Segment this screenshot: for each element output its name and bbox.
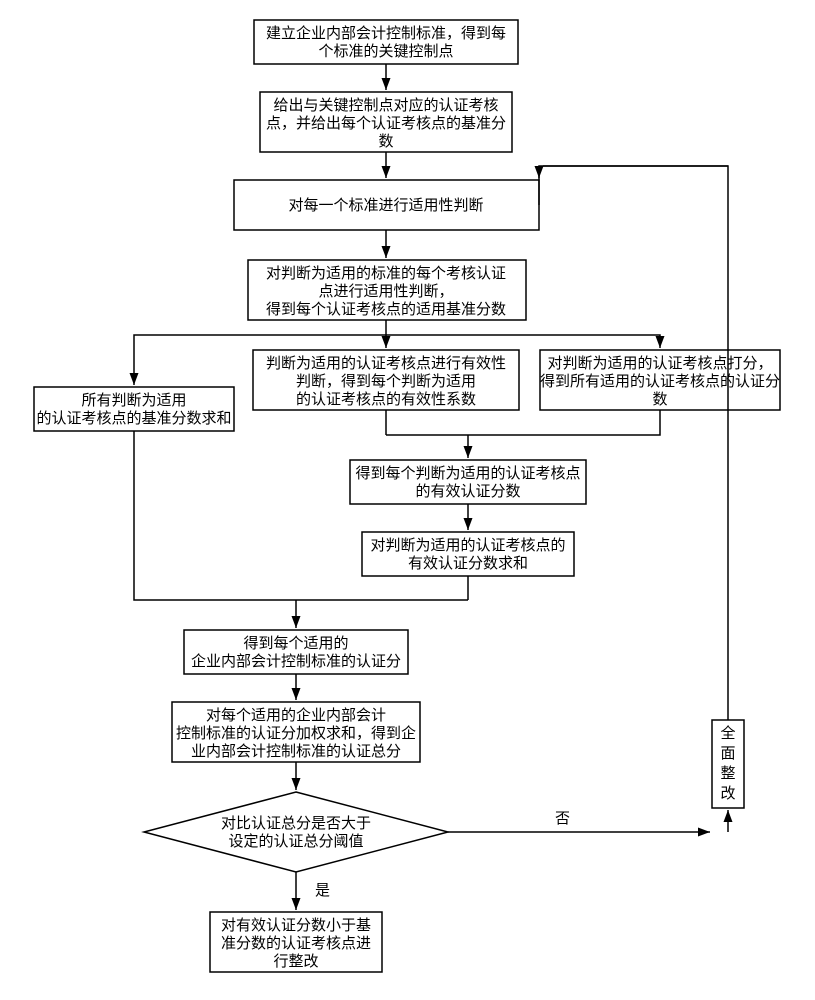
node-effective-cert-score: 得到每个判断为适用的认证考核点 的有效认证分数 (350, 460, 586, 504)
dec-l2: 设定的认证总分阈值 (228, 833, 363, 850)
node-cert-points: 给出与关键控制点对应的认证考核 点，并给出每个认证考核点的基准分 数 (260, 92, 512, 152)
node-standard-cert-score: 得到每个适用的 企业内部会计控制标准的认证分 (184, 630, 408, 674)
node-sum-effective-scores: 对判断为适用的认证考核点的 有效认证分数求和 (362, 532, 574, 576)
node-scoring: 对判断为适用的认证考核点打分， 得到所有适用的认证考核点的认证分 数 (540, 350, 780, 410)
n8-l1: 得到每个适用的 (243, 635, 348, 652)
node-full-rectification: 全 面 整 改 (712, 720, 744, 808)
n5a-l2: 的认证考核点的基准分数求和 (36, 410, 231, 427)
label-no: 否 (555, 810, 570, 827)
n3-l1: 对每一个标准进行适用性判断 (288, 197, 483, 214)
side-l1: 全 (720, 724, 735, 742)
n2-l2: 点，并给出每个认证考核点的基准分 (266, 115, 506, 132)
n5b-l2: 判断，得到每个判断为适用 (296, 373, 476, 390)
n7-l2: 有效认证分数求和 (408, 555, 528, 572)
n5c-l3: 数 (652, 391, 667, 408)
node-applicability-judgement: 对每一个标准进行适用性判断 (234, 180, 539, 230)
n10-l2: 准分数的认证考核点进 (221, 935, 371, 952)
arrow-feedback-up (539, 166, 728, 720)
side-l2: 面 (720, 745, 735, 762)
decision-threshold: 对比认证总分是否大于 设定的认证总分阈值 (144, 792, 448, 872)
n10-l1: 对有效认证分数小于基 (221, 917, 371, 934)
n8-l2: 企业内部会计控制标准的认证分 (191, 652, 401, 670)
node-effectiveness-judgement: 判断为适用的认证考核点进行有效性 判断，得到每个判断为适用 的认证考核点的有效性… (253, 350, 519, 410)
n5b-l3: 的认证考核点的有效性系数 (296, 391, 476, 408)
node-establish-standards: 建立企业内部会计控制标准，得到每 个标准的关键控制点 (254, 20, 518, 64)
n6-l1: 得到每个判断为适用的认证考核点 (355, 465, 580, 482)
side-l3: 整 (720, 765, 735, 782)
arrow-4-5c (386, 335, 660, 348)
n10-l3: 行整改 (273, 953, 318, 970)
n5c-l1: 对判断为适用的认证考核点打分， (547, 355, 772, 372)
node-rectify-below-baseline: 对有效认证分数小于基 准分数的认证考核点进 行整改 (210, 912, 382, 972)
n9-l1: 对每个适用的企业内部会计 (206, 706, 386, 724)
n9-l3: 业内部会计控制标准的认证总分 (191, 743, 401, 760)
node-weighted-total: 对每个适用的企业内部会计 控制标准的认证分加权求和，得到企 业内部会计控制标准的… (172, 702, 420, 762)
n1-l1: 建立企业内部会计控制标准，得到每 (266, 24, 506, 42)
n5c-l2: 得到所有适用的认证考核点的认证分 (540, 373, 780, 390)
n5a-l1: 所有判断为适用 (81, 392, 186, 409)
n4-l1: 对判断为适用的标准的每个考核认证 (266, 265, 506, 282)
n9-l2: 控制标准的认证分加权求和，得到企 (176, 724, 416, 742)
n2-l1: 给出与关键控制点对应的认证考核 (273, 96, 498, 114)
n5b-l1: 判断为适用的认证考核点进行有效性 (266, 355, 506, 372)
arrow-5c-merge (386, 410, 660, 435)
n6-l2: 的有效认证分数 (415, 483, 520, 500)
n2-l3: 数 (378, 133, 393, 150)
node-sum-base-scores: 所有判断为适用 的认证考核点的基准分数求和 (34, 387, 234, 431)
n4-l2: 点进行适用性判断， (318, 283, 453, 300)
dec-l1: 对比认证总分是否大于 (221, 815, 371, 832)
n1-l2: 个标准的关键控制点 (318, 43, 453, 60)
flowchart: 建立企业内部会计控制标准，得到每 个标准的关键控制点 给出与关键控制点对应的认证… (0, 0, 815, 1000)
node-point-applicability: 对判断为适用的标准的每个考核认证 点进行适用性判断， 得到每个认证考核点的适用基… (248, 260, 526, 320)
side-l4: 改 (720, 785, 735, 802)
n4-l3: 得到每个认证考核点的适用基准分数 (266, 301, 506, 318)
n7-l1: 对判断为适用的认证考核点的 (370, 537, 565, 554)
label-yes: 是 (315, 882, 330, 899)
